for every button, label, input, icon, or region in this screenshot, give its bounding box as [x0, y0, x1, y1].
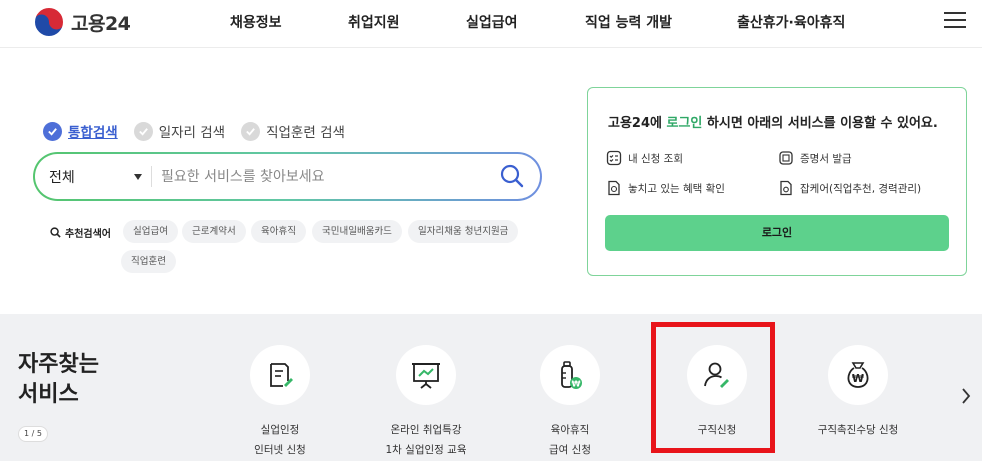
checklist-icon	[606, 150, 622, 166]
search-type-tabs: 통합검색 일자리 검색 직업훈련 검색	[43, 121, 361, 141]
keyword-chip[interactable]: 일자리채움 청년지원금	[408, 220, 519, 243]
nav-unemployment-benefit[interactable]: 실업급여	[466, 12, 518, 32]
login-card-title: 고용24에 로그인 하시면 아래의 서비스를 이용할 수 있어요.	[608, 116, 938, 131]
service-parental-leave-benefit[interactable]: ₩ 육아휴직 급여 신청	[500, 345, 640, 460]
nav-maternity-parental-leave[interactable]: 출산휴가·육아휴직	[737, 12, 845, 32]
tab-integrated-search[interactable]: 통합검색	[43, 121, 118, 141]
keyword-chip[interactable]: 육아휴직	[251, 220, 306, 243]
tab-job-search[interactable]: 일자리 검색	[133, 121, 226, 141]
document-pen-icon	[250, 345, 310, 405]
top-header: 고용24 채용정보 취업지원 실업급여 직업 능력 개발 출산휴가·육아휴직	[0, 0, 982, 48]
check-circle-icon	[43, 121, 62, 141]
service-label: 온라인 취업특강	[390, 424, 462, 436]
login-button[interactable]: 로그인	[605, 215, 949, 251]
login-link[interactable]: 로그인	[667, 116, 703, 131]
document-search-icon	[608, 180, 620, 196]
baby-bottle-won-icon: ₩	[540, 345, 600, 405]
divider	[151, 166, 152, 187]
missed-benefits-check[interactable]: 놓치고 있는 혜택 확인	[606, 180, 725, 196]
my-application-lookup[interactable]: 내 신청 조회	[606, 150, 683, 166]
tab-label: 통합검색	[68, 125, 118, 141]
certificate-issue[interactable]: 증명서 발급	[778, 150, 852, 166]
person-pen-icon	[687, 345, 747, 405]
printer-icon	[779, 151, 793, 165]
service-label: 구직신청	[697, 424, 737, 436]
job-care-service[interactable]: 잡케어(직업추천, 경력관리)	[778, 180, 921, 196]
check-circle-icon	[241, 121, 261, 141]
taegeuk-logo-icon	[33, 6, 65, 38]
svg-text:₩: ₩	[572, 380, 581, 389]
nav-recruit-info[interactable]: 채용정보	[230, 12, 282, 32]
login-card: 고용24에 로그인 하시면 아래의 서비스를 이용할 수 있어요. 내 신청 조…	[587, 87, 967, 276]
search-bar: 전체	[33, 152, 542, 201]
recommended-label-text: 추천검색어	[65, 229, 111, 240]
tab-label: 직업훈련 검색	[266, 125, 345, 141]
site-logo[interactable]: 고용24	[33, 6, 131, 38]
service-label: 1차 실업인정 교육	[385, 444, 467, 456]
search-category-select[interactable]: 전체	[49, 167, 75, 187]
section-title: 자주찾는 서비스	[18, 352, 99, 407]
service-label: 육아휴직	[550, 424, 590, 436]
service-label: 구직촉진수당 신청	[817, 424, 899, 436]
search-icon	[50, 227, 61, 238]
search-input[interactable]	[161, 162, 491, 191]
favorite-services-section: 자주찾는 서비스 1 / 5 실업인정 인터넷 신청 온라인 취업특강 1차 실…	[0, 314, 982, 461]
keyword-chip[interactable]: 직업훈련	[121, 250, 176, 273]
pagination-indicator: 1 / 5	[18, 426, 48, 442]
service-label: 실업인정	[260, 424, 300, 436]
career-gear-icon	[780, 180, 792, 196]
logo-text: 고용24	[71, 12, 131, 35]
recommended-keywords-label: 추천검색어	[50, 225, 111, 240]
service-job-promotion-allowance[interactable]: ₩ 구직촉진수당 신청	[788, 345, 928, 440]
nav-job-support[interactable]: 취업지원	[348, 12, 400, 32]
tab-training-search[interactable]: 직업훈련 검색	[241, 121, 345, 141]
keyword-chip[interactable]: 근로계약서	[182, 220, 246, 243]
dropdown-arrow-icon[interactable]	[134, 174, 142, 180]
service-job-seeking-application[interactable]: 구직신청	[647, 345, 787, 440]
tab-label: 일자리 검색	[158, 125, 226, 141]
service-label: 급여 신청	[549, 444, 591, 456]
keyword-chip[interactable]: 실업급여	[123, 220, 178, 243]
nav-vocational-training[interactable]: 직업 능력 개발	[585, 12, 672, 32]
service-unemployment-certification[interactable]: 실업인정 인터넷 신청	[210, 345, 350, 460]
service-label: 인터넷 신청	[254, 444, 306, 456]
search-icon[interactable]	[499, 163, 525, 189]
svg-text:₩: ₩	[852, 372, 864, 385]
money-bag-icon: ₩	[828, 345, 888, 405]
hamburger-menu-icon[interactable]	[944, 12, 966, 30]
check-circle-icon	[133, 121, 153, 141]
chevron-right-icon[interactable]	[960, 386, 972, 406]
presentation-board-icon	[396, 345, 456, 405]
keyword-chip[interactable]: 국민내일배움카드	[312, 220, 402, 243]
service-online-job-lecture[interactable]: 온라인 취업특강 1차 실업인정 교육	[356, 345, 496, 460]
